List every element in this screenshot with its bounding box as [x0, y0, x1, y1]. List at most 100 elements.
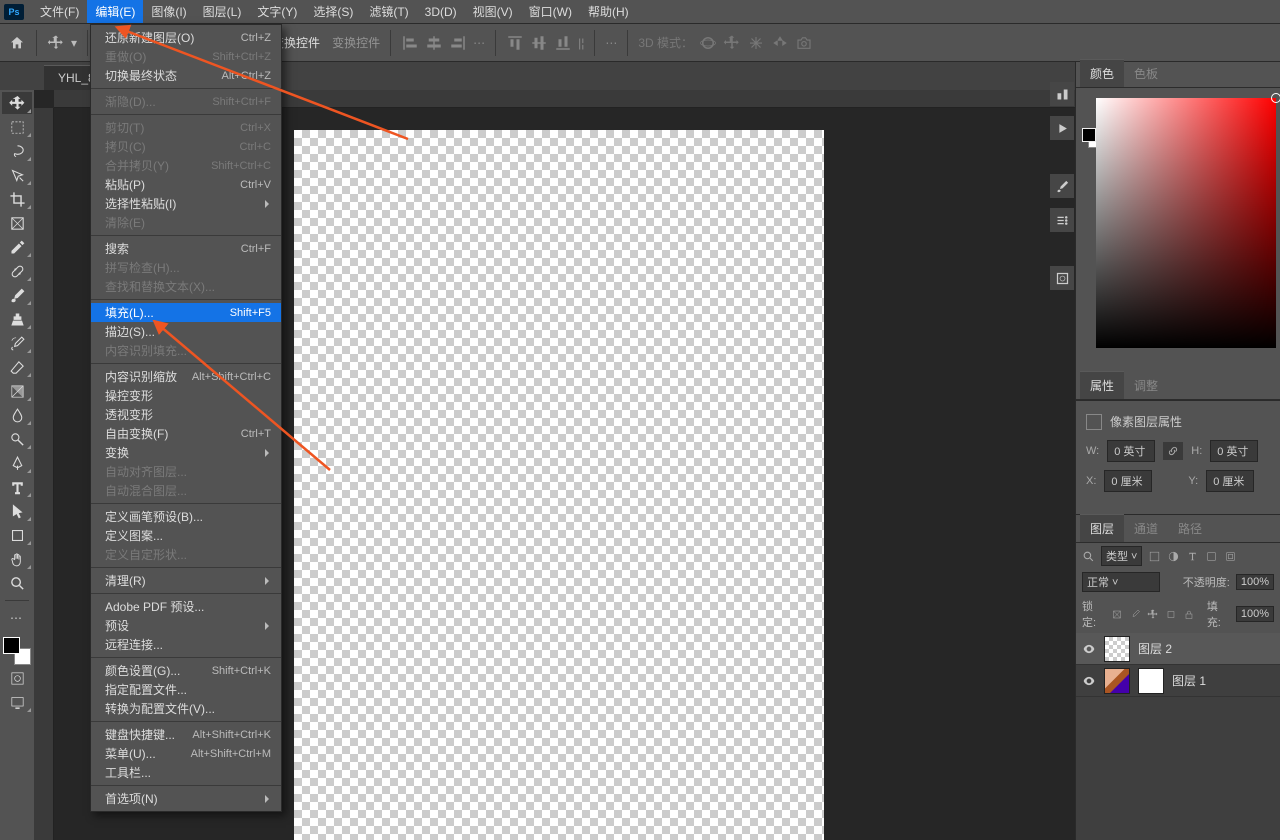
menu-file[interactable]: 文件(F) [32, 0, 87, 23]
tab-properties[interactable]: 属性 [1080, 371, 1124, 399]
tab-channels[interactable]: 通道 [1124, 515, 1168, 542]
scale-3d-icon[interactable] [771, 34, 789, 52]
visibility-icon[interactable] [1082, 674, 1096, 688]
filter-pixel-icon[interactable] [1148, 550, 1161, 563]
field-y[interactable]: 0 厘米 [1206, 470, 1254, 492]
menu-3d[interactable]: 3D(D) [417, 2, 465, 22]
distribute-top-icon[interactable] [506, 34, 524, 52]
edit-menu-item[interactable]: 粘贴(P)Ctrl+V [91, 175, 281, 194]
brush-tool[interactable] [2, 284, 32, 306]
distribute-vcenter-icon[interactable] [530, 34, 548, 52]
dock-play-icon[interactable] [1050, 116, 1074, 140]
screen-mode-icon[interactable] [2, 691, 32, 713]
edit-menu-item[interactable]: 预设 [91, 616, 281, 635]
layer-thumb[interactable] [1104, 636, 1130, 662]
eraser-tool[interactable] [2, 356, 32, 378]
edit-menu-item[interactable]: 填充(L)...Shift+F5 [91, 303, 281, 322]
filter-adjust-icon[interactable] [1167, 550, 1180, 563]
filter-shape-icon[interactable] [1205, 550, 1218, 563]
menu-select[interactable]: 选择(S) [305, 0, 361, 23]
pen-tool[interactable] [2, 452, 32, 474]
foreground-swatch[interactable] [3, 637, 20, 654]
edit-menu-item[interactable]: 透视变形 [91, 405, 281, 424]
field-x[interactable]: 0 厘米 [1104, 470, 1152, 492]
healing-tool[interactable] [2, 260, 32, 282]
fill-field[interactable]: 100% [1236, 606, 1274, 622]
menu-window[interactable]: 窗口(W) [521, 0, 580, 23]
eyedropper-tool[interactable] [2, 236, 32, 258]
color-field[interactable] [1096, 98, 1276, 348]
home-icon[interactable] [8, 35, 26, 51]
search-icon[interactable] [1082, 550, 1095, 563]
field-width[interactable]: 0 英寸 [1107, 440, 1155, 462]
color-swatches[interactable] [3, 637, 31, 665]
menu-view[interactable]: 视图(V) [465, 0, 521, 23]
tab-paths[interactable]: 路径 [1168, 515, 1212, 542]
edit-menu-item[interactable]: 定义图案... [91, 526, 281, 545]
link-wh-icon[interactable] [1163, 442, 1183, 460]
quick-mask-icon[interactable] [2, 667, 32, 689]
field-height[interactable]: 0 英寸 [1210, 440, 1258, 462]
tab-layers[interactable]: 图层 [1080, 514, 1124, 542]
quick-select-tool[interactable] [2, 164, 32, 186]
crop-tool[interactable] [2, 188, 32, 210]
menu-type[interactable]: 文字(Y) [249, 0, 305, 23]
marquee-tool[interactable] [2, 116, 32, 138]
gradient-tool[interactable] [2, 380, 32, 402]
canvas[interactable] [294, 130, 824, 840]
menu-help[interactable]: 帮助(H) [580, 0, 637, 23]
layer-row-1[interactable]: 图层 1 [1076, 665, 1280, 697]
align-hcenter-icon[interactable] [425, 34, 443, 52]
history-brush-tool[interactable] [2, 332, 32, 354]
dodge-tool[interactable] [2, 428, 32, 450]
move-tool[interactable] [2, 92, 32, 114]
edit-menu-item[interactable]: 转换为配置文件(V)... [91, 699, 281, 718]
edit-menu-item[interactable]: 颜色设置(G)...Shift+Ctrl+K [91, 661, 281, 680]
shape-tool[interactable] [2, 524, 32, 546]
edit-menu-item[interactable]: 选择性粘贴(I) [91, 194, 281, 213]
edit-menu-item[interactable]: 切换最终状态Alt+Ctrl+Z [91, 66, 281, 85]
edit-menu-item[interactable]: 菜单(U)...Alt+Shift+Ctrl+M [91, 744, 281, 763]
type-tool[interactable] [2, 476, 32, 498]
path-select-tool[interactable] [2, 500, 32, 522]
edit-menu-item[interactable]: 清理(R) [91, 571, 281, 590]
dock-brush-icon[interactable] [1050, 174, 1074, 198]
menu-edit[interactable]: 编辑(E) [87, 0, 143, 23]
edit-menu-item[interactable]: 搜索Ctrl+F [91, 239, 281, 258]
edit-menu-item[interactable]: 键盘快捷键...Alt+Shift+Ctrl+K [91, 725, 281, 744]
layer-mask-thumb[interactable] [1138, 668, 1164, 694]
menu-image[interactable]: 图像(I) [143, 0, 194, 23]
edit-menu-item[interactable]: 工具栏... [91, 763, 281, 782]
clone-stamp-tool[interactable] [2, 308, 32, 330]
blur-tool[interactable] [2, 404, 32, 426]
move-3d-icon[interactable] [747, 34, 765, 52]
layer-filter-kind[interactable]: 类型 ˅ [1101, 546, 1142, 566]
layer-row-2[interactable]: 图层 2 [1076, 633, 1280, 665]
edit-menu-item[interactable]: 首选项(N) [91, 789, 281, 808]
dock-icon-1[interactable] [1050, 82, 1074, 106]
lock-all-icon[interactable] [1183, 608, 1195, 621]
lock-move-icon[interactable] [1147, 608, 1159, 621]
move-tool-icon[interactable] [47, 34, 65, 52]
edit-menu-item[interactable]: 自由变换(F)Ctrl+T [91, 424, 281, 443]
lock-brush-icon[interactable] [1129, 608, 1141, 621]
menu-filter[interactable]: 滤镜(T) [361, 0, 416, 23]
lasso-tool[interactable] [2, 140, 32, 162]
dock-info-icon[interactable] [1050, 266, 1074, 290]
zoom-tool[interactable] [2, 572, 32, 594]
layer-name[interactable]: 图层 2 [1138, 640, 1172, 657]
edit-menu-item[interactable]: 定义画笔预设(B)... [91, 507, 281, 526]
tab-swatches[interactable]: 色板 [1124, 60, 1168, 87]
hand-tool[interactable] [2, 548, 32, 570]
lock-artboard-icon[interactable] [1165, 608, 1177, 621]
layer-thumb[interactable] [1104, 668, 1130, 694]
ruler-vertical[interactable] [34, 108, 54, 840]
filter-smart-icon[interactable] [1224, 550, 1237, 563]
filter-type-icon[interactable] [1186, 550, 1199, 563]
tab-color[interactable]: 颜色 [1080, 59, 1124, 87]
tab-adjustments[interactable]: 调整 [1124, 372, 1168, 399]
edit-menu-item[interactable]: 还原新建图层(O)Ctrl+Z [91, 28, 281, 47]
edit-menu-item[interactable]: 变换 [91, 443, 281, 462]
camera-icon[interactable] [795, 34, 813, 52]
menu-layer[interactable]: 图层(L) [195, 0, 250, 23]
